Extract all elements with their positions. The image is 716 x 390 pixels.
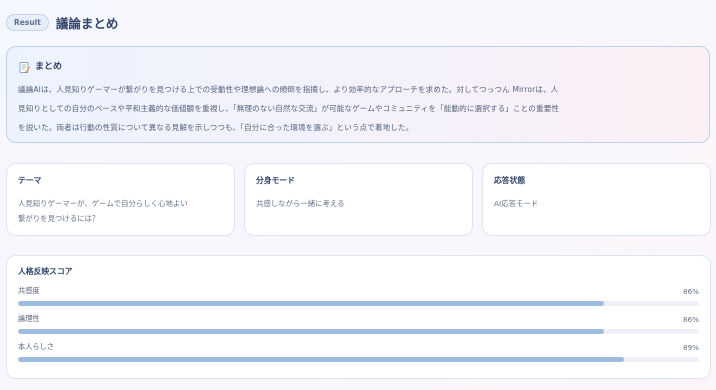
avatar-mode-card-title: 分身モード (256, 176, 295, 185)
score-row-empathy: 共感度 86% (18, 285, 699, 306)
summary-line: 見知りとしての自分のペースや平和主義的な価値観を重視し、「無理のない自然な交流」… (18, 104, 560, 113)
score-label: 論理性 (18, 314, 40, 323)
response-status-card-line: AI応答モード (494, 199, 539, 208)
score-row-authenticity: 本人らしさ 89% (18, 341, 699, 362)
score-label: 共感度 (18, 286, 40, 295)
score-value: 86% (683, 314, 699, 324)
theme-card-line: 人見知りゲーマーが、ゲームで自分らしく心地よい (18, 199, 188, 208)
avatar-mode-card: 分身モード 共感しながら一緒に考える (244, 163, 473, 236)
page-title: 議論まとめ (55, 15, 119, 31)
score-bar-fill (18, 329, 604, 334)
theme-card-text: 人見知りゲーマーが、ゲームで自分らしく心地よい 繋がりを見つけるには？ (18, 196, 223, 226)
score-bar-fill (18, 301, 604, 306)
summary-header: まとめ (18, 58, 698, 73)
score-value: 89% (683, 342, 699, 352)
avatar-mode-card-text: 共感しながら一緒に考える (256, 196, 461, 211)
summary-line: 議論AIは、人見知りゲーマーが繋がりを見つける上での受動性や理想論への傾倒を指摘… (18, 85, 559, 94)
response-status-card-text: AI応答モード (494, 196, 699, 211)
score-label: 本人らしさ (18, 342, 54, 351)
score-value: 86% (683, 286, 699, 296)
result-badge: Result (6, 13, 49, 31)
header: Result 議論まとめ (6, 12, 118, 32)
theme-card: テーマ 人見知りゲーマーが、ゲームで自分らしく心地よい 繋がりを見つけるには？ (6, 163, 235, 236)
score-bar-track (18, 301, 699, 306)
score-row-logic: 論理性 86% (18, 313, 699, 334)
score-bar-track (18, 329, 699, 334)
theme-card-title: テーマ (18, 176, 42, 185)
response-status-card-title: 応答状態 (494, 176, 526, 185)
score-bar-fill (18, 357, 625, 362)
persona-score-panel: 人格反映スコア 共感度 86% 論理性 86% 本人らしさ 89% (6, 255, 711, 379)
avatar-mode-card-line: 共感しながら一緒に考える (256, 199, 345, 208)
summary-text: 議論AIは、人見知りゲーマーが繋がりを見つける上での受動性や理想論への傾倒を指摘… (18, 80, 698, 137)
response-status-card: 応答状態 AI応答モード (482, 163, 711, 236)
summary-title: まとめ (35, 61, 63, 72)
theme-card-line: 繋がりを見つけるには？ (18, 214, 100, 223)
summary-panel: まとめ 議論AIは、人見知りゲーマーが繋がりを見つける上での受動性や理想論への傾… (6, 46, 710, 143)
persona-score-title: 人格反映スコア (18, 267, 73, 276)
summary-line: を説いた。両者は行動の性質について異なる見解を示しつつも、「自分に合った環境を選… (18, 123, 414, 132)
score-bar-track (18, 357, 699, 362)
memo-icon (18, 59, 31, 73)
